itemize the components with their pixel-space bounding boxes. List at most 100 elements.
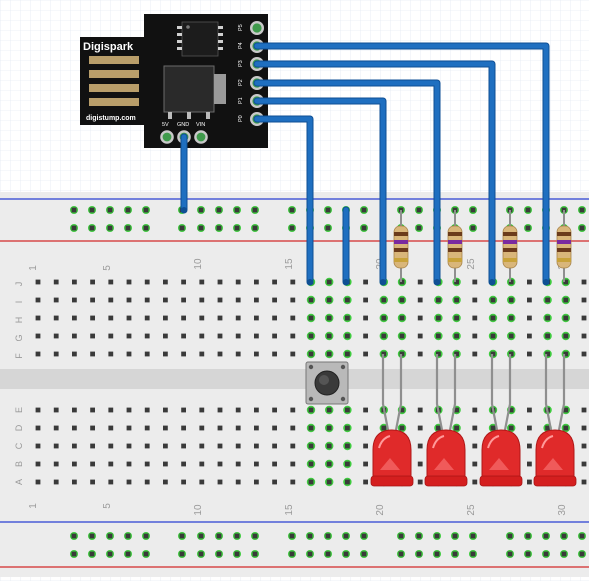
hole <box>235 279 241 285</box>
rail-hole <box>325 533 331 539</box>
hole <box>545 333 550 339</box>
hole <box>290 297 296 303</box>
hole <box>527 461 532 467</box>
hole <box>326 461 332 467</box>
hole <box>381 425 387 431</box>
hole <box>363 297 368 303</box>
hole <box>144 479 150 485</box>
hole <box>308 407 314 413</box>
hole <box>399 315 405 321</box>
hole <box>454 333 459 339</box>
rail-hole <box>143 551 149 557</box>
rail-hole <box>507 551 513 557</box>
hole <box>72 297 77 303</box>
hole <box>545 315 550 321</box>
hole <box>272 279 277 285</box>
hole <box>472 425 478 431</box>
rail-hole <box>325 207 331 213</box>
resistor-band <box>394 232 408 236</box>
hole <box>472 407 478 413</box>
hole <box>545 297 550 303</box>
rail-hole <box>416 551 422 557</box>
hole <box>126 351 132 357</box>
hole <box>254 443 259 449</box>
center-channel <box>0 369 589 389</box>
rail-hole <box>252 551 258 557</box>
rail-hole <box>198 207 204 213</box>
hole <box>72 479 77 485</box>
hole <box>144 425 150 431</box>
rail-hole <box>125 551 131 557</box>
power-pin-label: VIN <box>196 122 205 128</box>
rail-hole <box>234 533 240 539</box>
hole <box>90 315 95 321</box>
hole <box>35 479 41 485</box>
row-letter: A <box>14 479 24 485</box>
hole <box>272 315 277 321</box>
wire-p0-button-end <box>307 279 313 285</box>
hole <box>199 479 205 485</box>
hole <box>53 315 59 321</box>
hole <box>235 315 241 321</box>
rail-hole <box>252 207 258 213</box>
hole <box>490 333 496 339</box>
rail-hole <box>579 207 585 213</box>
hole <box>126 407 132 413</box>
hole <box>254 425 259 431</box>
wire-p2-led2-end <box>434 279 440 285</box>
hole <box>108 297 114 303</box>
pin-label: P0 <box>238 115 244 122</box>
hole <box>163 407 168 413</box>
hole <box>163 425 168 431</box>
rail-hole <box>307 551 313 557</box>
hole <box>144 461 150 467</box>
usb-contact <box>89 84 139 92</box>
hole <box>272 479 277 485</box>
led-body <box>481 429 521 479</box>
rail-hole <box>289 225 295 231</box>
circuit-diagram: 1 5 10 15 20 25 30 1 5 10 15 20 25 30 J … <box>0 0 589 581</box>
push-button[interactable] <box>305 361 349 405</box>
hole <box>308 479 314 485</box>
rail-hole <box>525 207 531 213</box>
regulator-leg <box>168 112 172 119</box>
hole <box>345 479 350 485</box>
hole <box>181 279 186 285</box>
hole <box>144 315 150 321</box>
hole <box>272 443 277 449</box>
hole <box>181 351 186 357</box>
hole <box>581 297 587 303</box>
board-brand: Digispark <box>83 41 134 53</box>
hole <box>53 333 59 339</box>
hole <box>308 297 314 303</box>
hole <box>235 351 241 357</box>
hole <box>363 407 368 413</box>
hole <box>235 407 241 413</box>
hole <box>472 479 478 485</box>
rail-hole <box>525 533 531 539</box>
hole <box>417 461 423 467</box>
column-number: 5 <box>102 265 113 271</box>
led-body <box>372 429 412 479</box>
hole <box>254 297 259 303</box>
hole <box>563 315 569 321</box>
column-number: 20 <box>375 504 386 516</box>
hole <box>581 461 587 467</box>
hole <box>272 461 277 467</box>
hole <box>381 297 387 303</box>
rail-hole <box>289 551 295 557</box>
hole <box>163 297 168 303</box>
usb-contact <box>89 70 139 78</box>
hole <box>527 315 532 321</box>
hole <box>363 351 368 357</box>
rail-hole <box>434 551 440 557</box>
hole <box>326 315 332 321</box>
pin-label: P3 <box>238 60 244 67</box>
hole <box>126 297 132 303</box>
hole <box>290 425 296 431</box>
rail-hole <box>525 225 531 231</box>
pin-vin <box>194 130 208 144</box>
pin-5v <box>160 130 174 144</box>
hole <box>417 279 423 285</box>
hole <box>454 315 459 321</box>
